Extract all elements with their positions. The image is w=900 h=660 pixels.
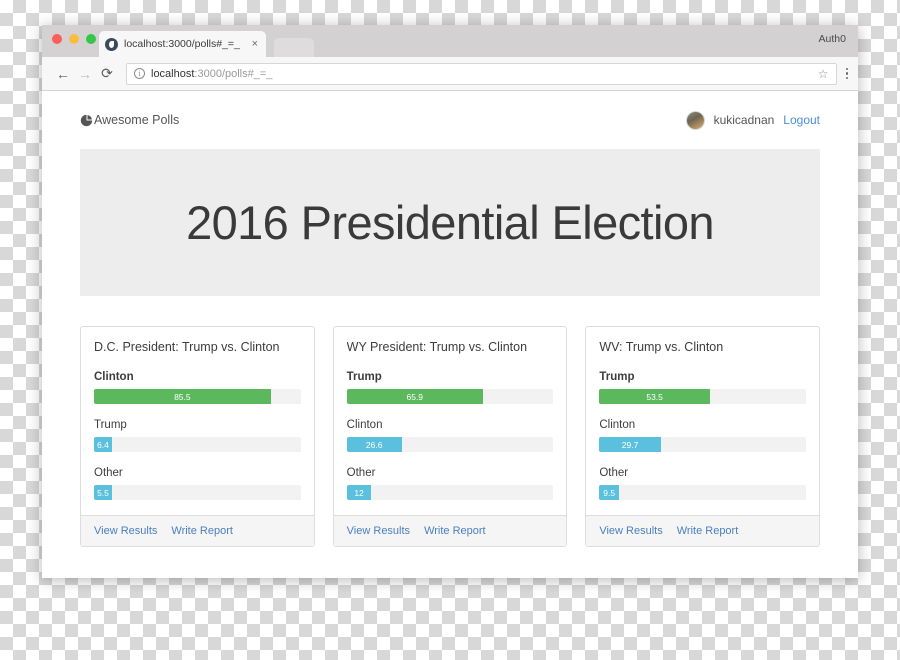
close-tab-icon[interactable]: × <box>250 38 260 50</box>
poll-option-label: Clinton <box>599 419 636 431</box>
app-brand-label: Awesome Polls <box>94 113 180 127</box>
poll-card: WV: Trump vs. Clinton Trump 53.5 Clinton 29.… <box>585 326 821 547</box>
poll-option-progress-track: 65.9 <box>346 389 554 404</box>
poll-option-label: Other <box>346 467 376 479</box>
poll-option-progress-bar: 85.5 <box>94 389 271 404</box>
poll-option-label: Clinton <box>346 419 383 431</box>
browser-menu-icon[interactable] <box>845 67 848 81</box>
poll-card-title: WY President: Trump vs. Clinton <box>346 340 528 354</box>
write-report-link[interactable]: Write Report <box>677 525 739 537</box>
view-results-link[interactable]: View Results <box>94 525 157 537</box>
write-report-link[interactable]: Write Report <box>424 525 486 537</box>
poll-card-footer: View Results Write Report <box>333 515 567 546</box>
minimize-window-button[interactable] <box>69 34 79 44</box>
poll-card-title: D.C. President: Trump vs. Clinton <box>94 340 280 354</box>
app-navbar: Awesome Polls kukicadnan Logout <box>72 91 828 149</box>
bookmark-star-icon[interactable]: ☆ <box>818 67 829 81</box>
url-host: localhost <box>151 67 195 80</box>
poll-option-progress-bar: 53.5 <box>599 389 710 404</box>
forward-icon[interactable]: → <box>74 63 96 85</box>
jumbotron: 2016 Presidential Election <box>80 149 820 296</box>
maximize-window-button[interactable] <box>86 34 96 44</box>
browser-tab-title: localhost:3000/polls#_=_ <box>124 38 240 50</box>
poll-card-body: WY President: Trump vs. Clinton Trump 65.9… <box>334 327 567 515</box>
poll-option-progress-bar: 5.5 <box>94 485 112 500</box>
poll-option-label: Other <box>94 467 123 479</box>
reload-icon[interactable]: ⟳ <box>96 63 118 85</box>
poll-card-list: D.C. President: Trump vs. Clinton Clinton… <box>80 326 821 547</box>
close-window-button[interactable] <box>52 34 62 44</box>
poll-card-footer: View Results Write Report <box>586 515 820 546</box>
view-results-link[interactable]: View Results <box>347 525 410 537</box>
poll-option-progress-track: 12 <box>346 485 554 500</box>
address-bar-url: localhost:3000/polls#_=_ <box>151 68 272 80</box>
site-favicon-icon <box>105 37 118 51</box>
url-path: :3000/polls#_=_ <box>194 67 273 80</box>
new-tab-button[interactable] <box>274 38 314 57</box>
view-results-link[interactable]: View Results <box>599 525 662 537</box>
poll-option-progress-track: 6.4 <box>94 437 301 452</box>
back-icon[interactable]: ← <box>52 63 74 85</box>
poll-option-progress-bar: 9.5 <box>599 485 619 500</box>
write-report-link[interactable]: Write Report <box>171 525 233 537</box>
poll-option-progress-bar: 65.9 <box>346 389 483 404</box>
poll-option-progress-bar: 12 <box>346 485 372 500</box>
poll-option-label: Trump <box>599 371 635 383</box>
pie-chart-icon <box>80 114 93 126</box>
poll-card-body: D.C. President: Trump vs. Clinton Clinton… <box>81 327 314 515</box>
browser-tab-strip: localhost:3000/polls#_=_ × Auth0 <box>42 25 858 57</box>
page-title: 2016 Presidential Election <box>186 196 714 249</box>
poll-card: WY President: Trump vs. Clinton Trump 65.9… <box>332 326 568 547</box>
poll-card-footer: View Results Write Report <box>81 515 314 546</box>
auth0-label: Auth0 <box>818 33 846 45</box>
browser-toolbar: ← → ⟳ i localhost:3000/polls#_=_ ☆ <box>42 57 858 91</box>
poll-option-label: Trump <box>94 419 127 431</box>
browser-window: localhost:3000/polls#_=_ × Auth0 ← → ⟳ i… <box>42 25 858 578</box>
poll-card-body: WV: Trump vs. Clinton Trump 53.5 Clinton 29.… <box>586 327 819 515</box>
poll-option-label: Trump <box>346 371 382 383</box>
poll-option-progress-track: 26.6 <box>346 437 554 452</box>
page-viewport: Awesome Polls kukicadnan Logout 2016 Pre… <box>42 91 858 578</box>
app-brand[interactable]: Awesome Polls <box>80 113 179 127</box>
poll-option-progress-track: 29.7 <box>599 437 807 452</box>
poll-option-label: Clinton <box>94 371 134 383</box>
window-controls <box>52 34 96 44</box>
user-avatar[interactable] <box>685 110 705 130</box>
poll-option-progress-bar: 29.7 <box>599 437 661 452</box>
browser-tab[interactable]: localhost:3000/polls#_=_ × <box>99 31 266 57</box>
site-info-icon[interactable]: i <box>134 68 145 79</box>
poll-card: D.C. President: Trump vs. Clinton Clinton… <box>80 326 315 547</box>
poll-option-progress-track: 5.5 <box>94 485 301 500</box>
poll-card-title: WV: Trump vs. Clinton <box>599 340 724 354</box>
poll-option-progress-bar: 6.4 <box>94 437 112 452</box>
app-navbar-right: kukicadnan Logout <box>685 110 820 130</box>
poll-option-progress-track: 53.5 <box>599 389 807 404</box>
logout-link[interactable]: Logout <box>783 113 820 127</box>
poll-option-progress-bar: 26.6 <box>346 437 402 452</box>
username-label: kukicadnan <box>713 113 775 127</box>
address-bar[interactable]: i localhost:3000/polls#_=_ ☆ <box>126 62 837 85</box>
poll-option-label: Other <box>599 467 629 479</box>
poll-option-progress-track: 9.5 <box>599 485 807 500</box>
poll-option-progress-track: 85.5 <box>94 389 301 404</box>
